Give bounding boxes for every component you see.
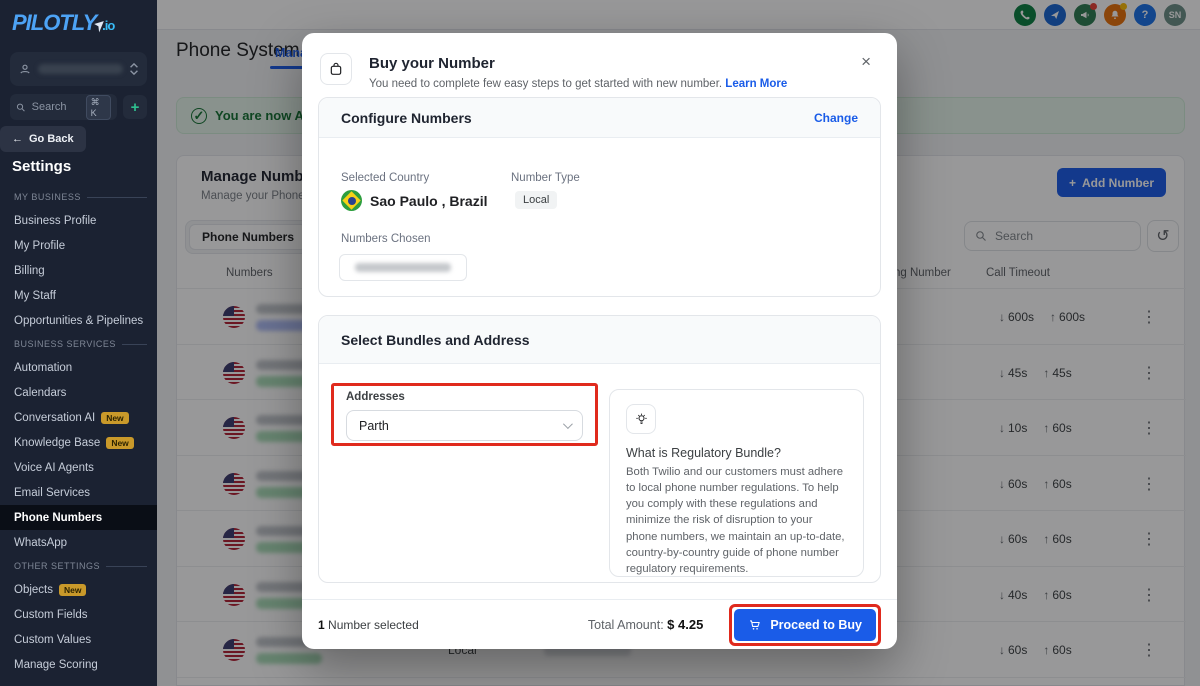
- regulatory-bundle-info-card: What is Regulatory Bundle? Both Twilio a…: [609, 389, 864, 577]
- lightbulb-icon: [626, 404, 656, 434]
- sidebar-item-custom-values[interactable]: Custom Values: [0, 627, 157, 652]
- account-switcher[interactable]: [10, 52, 147, 86]
- modal-title: Buy your Number: [369, 55, 495, 72]
- search-icon: [16, 103, 25, 111]
- proceed-to-buy-button[interactable]: Proceed to Buy: [734, 608, 876, 641]
- brand-name: PILOTLY: [12, 10, 97, 35]
- user-icon: [20, 64, 30, 74]
- learn-more-link[interactable]: Learn More: [725, 78, 787, 90]
- selected-count-text: 1 Number selected: [318, 617, 419, 632]
- proceed-highlight-box: Proceed to Buy: [729, 603, 881, 646]
- modal-subtitle: You need to complete few easy steps to g…: [369, 78, 788, 90]
- quick-add-button[interactable]: +: [123, 95, 147, 119]
- brazil-flag-icon: [341, 190, 362, 211]
- settings-heading: Settings: [12, 158, 72, 175]
- sidebar-item-custom-fields[interactable]: Custom Fields: [0, 602, 157, 627]
- sidebar-item-objects[interactable]: Objects New: [0, 577, 157, 602]
- sidebar-item-phone-numbers[interactable]: Phone Numbers: [0, 505, 157, 530]
- sidebar-item-email-services[interactable]: Email Services: [0, 480, 157, 505]
- selected-country-value: Sao Paulo , Brazil: [341, 190, 487, 211]
- addresses-select[interactable]: Parth: [346, 410, 583, 441]
- shopping-bag-icon: [320, 53, 352, 85]
- sidebar-item-opportunities-pipelines[interactable]: Opportunities & Pipelines: [0, 308, 157, 333]
- change-link[interactable]: Change: [814, 111, 858, 125]
- redacted-account-name: [38, 64, 123, 74]
- sidebar-item-business-profile[interactable]: Business Profile: [0, 208, 157, 233]
- info-body: Both Twilio and our customers must adher…: [626, 466, 845, 575]
- search-shortcut-kbd: ⌘ K: [85, 94, 111, 120]
- numbers-chosen-label: Numbers Chosen: [341, 233, 431, 245]
- addresses-selected-value: Parth: [359, 418, 389, 433]
- new-badge: New: [101, 411, 129, 424]
- new-badge: New: [59, 583, 87, 596]
- redacted-number: [355, 263, 451, 272]
- new-badge: New: [106, 436, 134, 449]
- chevron-down-icon: [562, 419, 573, 430]
- sidebar-item-my-staff[interactable]: My Staff: [0, 283, 157, 308]
- sidebar-item-calendars[interactable]: Calendars: [0, 380, 157, 405]
- number-type-label: Number Type: [511, 172, 580, 184]
- brand-logo: PILOTLY➤.io: [12, 10, 115, 36]
- go-back-button[interactable]: ← Go Back: [0, 126, 86, 152]
- nav-section-my-business: MY BUSINESS: [0, 186, 157, 208]
- sidebar-search[interactable]: ⌘ K: [10, 94, 117, 120]
- back-arrow-icon: ←: [12, 133, 23, 145]
- sidebar-item-knowledge-base[interactable]: Knowledge Base New: [0, 430, 157, 455]
- selected-country-label: Selected Country: [341, 172, 430, 184]
- nav-section-other-settings: OTHER SETTINGS: [0, 555, 157, 577]
- sidebar-item-my-profile[interactable]: My Profile: [0, 233, 157, 258]
- chevron-up-down-icon: [130, 63, 138, 75]
- sidebar-item-manage-scoring[interactable]: Manage Scoring: [0, 652, 157, 677]
- sidebar-item-billing[interactable]: Billing: [0, 258, 157, 283]
- configure-numbers-section: Configure Numbers Change Selected Countr…: [318, 97, 881, 297]
- buy-number-modal: Buy your Number You need to complete few…: [302, 33, 897, 649]
- go-back-label: Go Back: [29, 133, 74, 145]
- app-root: PILOTLY➤.io ⌘ K + ← Go Back Settings MY B…: [0, 0, 1200, 686]
- sidebar: PILOTLY➤.io ⌘ K + ← Go Back Settings MY B…: [0, 0, 157, 686]
- sidebar-item-voice-ai-agents[interactable]: Voice AI Agents: [0, 455, 157, 480]
- addresses-highlight-box: Addresses Parth: [331, 383, 598, 446]
- nav-section-business-services: BUSINESS SERVICES: [0, 333, 157, 355]
- sidebar-item-whatsapp[interactable]: WhatsApp: [0, 530, 157, 555]
- section-title: Select Bundles and Address: [341, 331, 530, 348]
- addresses-label: Addresses: [346, 391, 405, 403]
- modal-footer: 1 Number selected Total Amount: $ 4.25 P…: [302, 599, 897, 649]
- settings-nav: MY BUSINESS Business Profile My Profile …: [0, 186, 157, 677]
- select-bundles-section: Select Bundles and Address Addresses Par…: [318, 315, 881, 583]
- info-title: What is Regulatory Bundle?: [626, 446, 781, 460]
- sidebar-search-input[interactable]: [29, 100, 82, 114]
- chosen-number-chip: [339, 254, 467, 281]
- cart-icon: [750, 619, 761, 630]
- section-title: Configure Numbers: [341, 109, 472, 126]
- close-icon[interactable]: ×: [855, 51, 877, 73]
- number-type-badge: Local: [515, 191, 558, 209]
- total-amount: Total Amount: $ 4.25: [587, 617, 704, 632]
- sidebar-item-automation[interactable]: Automation: [0, 355, 157, 380]
- sidebar-item-conversation-ai[interactable]: Conversation AI New: [0, 405, 157, 430]
